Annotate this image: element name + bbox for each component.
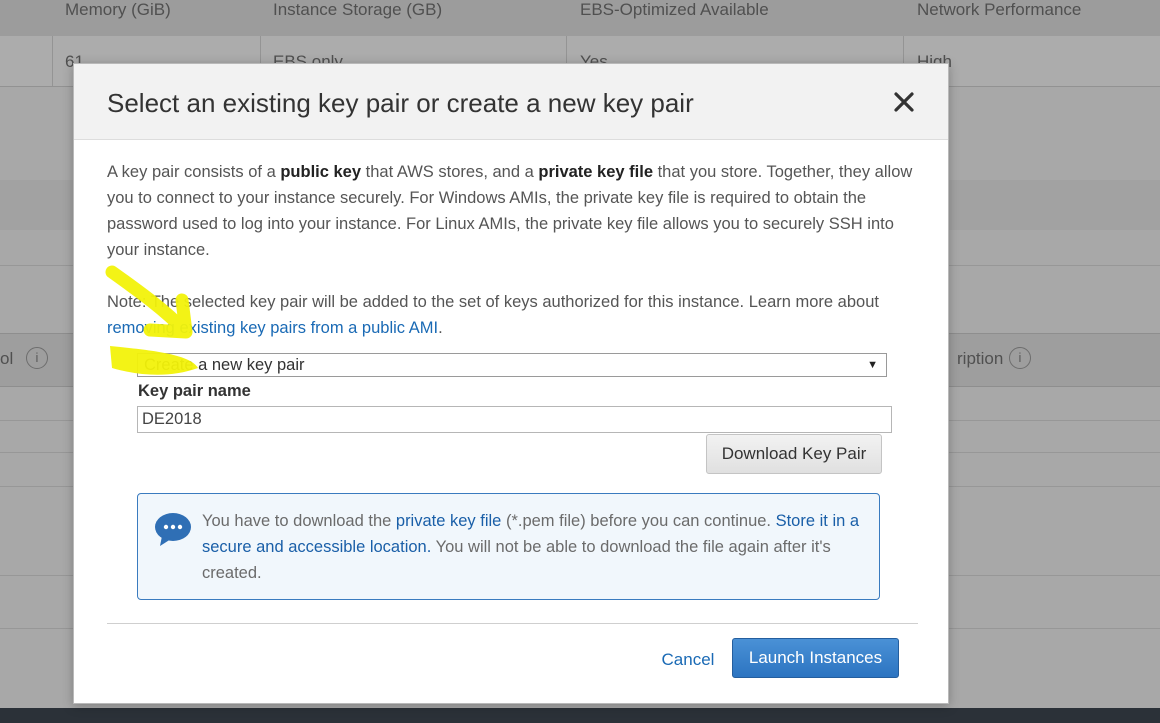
key-pair-note: Note: The selected key pair will be adde… xyxy=(107,289,922,341)
bg-header-storage: Instance Storage (GB) xyxy=(273,0,443,19)
bg-header-ebs: EBS-Optimized Available xyxy=(580,0,769,19)
intro-bold-public-key: public key xyxy=(280,163,362,181)
key-pair-select-value: Create a new key pair xyxy=(144,356,305,374)
info-icon: i xyxy=(1009,347,1031,369)
background-table-header: Memory (GiB) Instance Storage (GB) EBS-O… xyxy=(0,0,1160,37)
key-pair-modal: Select an existing key pair or create a … xyxy=(73,63,949,704)
modal-title: Select an existing key pair or create a … xyxy=(107,88,694,118)
bg-header-network: Network Performance xyxy=(917,0,1082,19)
key-pair-select[interactable]: Create a new key pair ▼ xyxy=(137,353,887,377)
cancel-button[interactable]: Cancel xyxy=(652,644,724,676)
modal-header: Select an existing key pair or create a … xyxy=(74,64,948,140)
background-footer xyxy=(0,708,1160,723)
chevron-down-icon: ▼ xyxy=(867,359,878,371)
close-icon[interactable] xyxy=(892,90,916,114)
launch-instances-button[interactable]: Launch Instances xyxy=(732,638,899,678)
bg-section-left-label: ol xyxy=(0,349,14,368)
info-icon: i xyxy=(26,347,48,369)
intro-text-2: that AWS stores, and a xyxy=(361,163,539,181)
key-pair-name-label: Key pair name xyxy=(138,382,251,400)
bg-header-memory: Memory (GiB) xyxy=(65,0,171,19)
note-text: Note: The selected key pair will be adde… xyxy=(107,293,879,311)
info-private-key-file: private key file xyxy=(395,512,502,530)
download-info-alert: You have to download the private key fil… xyxy=(137,493,880,600)
key-pair-description: A key pair consists of a public key that… xyxy=(107,159,922,263)
info-text-2: (*.pem file) before you can continue. xyxy=(501,512,776,530)
intro-text-1: A key pair consists of a xyxy=(107,163,281,181)
download-key-pair-button[interactable]: Download Key Pair xyxy=(706,434,882,474)
info-text-1: You have to download the xyxy=(202,512,396,530)
learn-more-link[interactable]: removing existing key pairs from a publi… xyxy=(107,319,438,337)
intro-bold-private-key: private key file xyxy=(538,163,654,181)
note-end: . xyxy=(438,319,443,337)
key-pair-name-input[interactable]: DE2018 xyxy=(137,406,892,433)
footer-divider xyxy=(107,623,918,624)
bg-column-divider xyxy=(52,36,53,86)
chat-bubble-icon xyxy=(154,512,192,548)
download-info-text: You have to download the private key fil… xyxy=(202,508,867,586)
bg-section-right-label: ription xyxy=(957,349,1004,368)
